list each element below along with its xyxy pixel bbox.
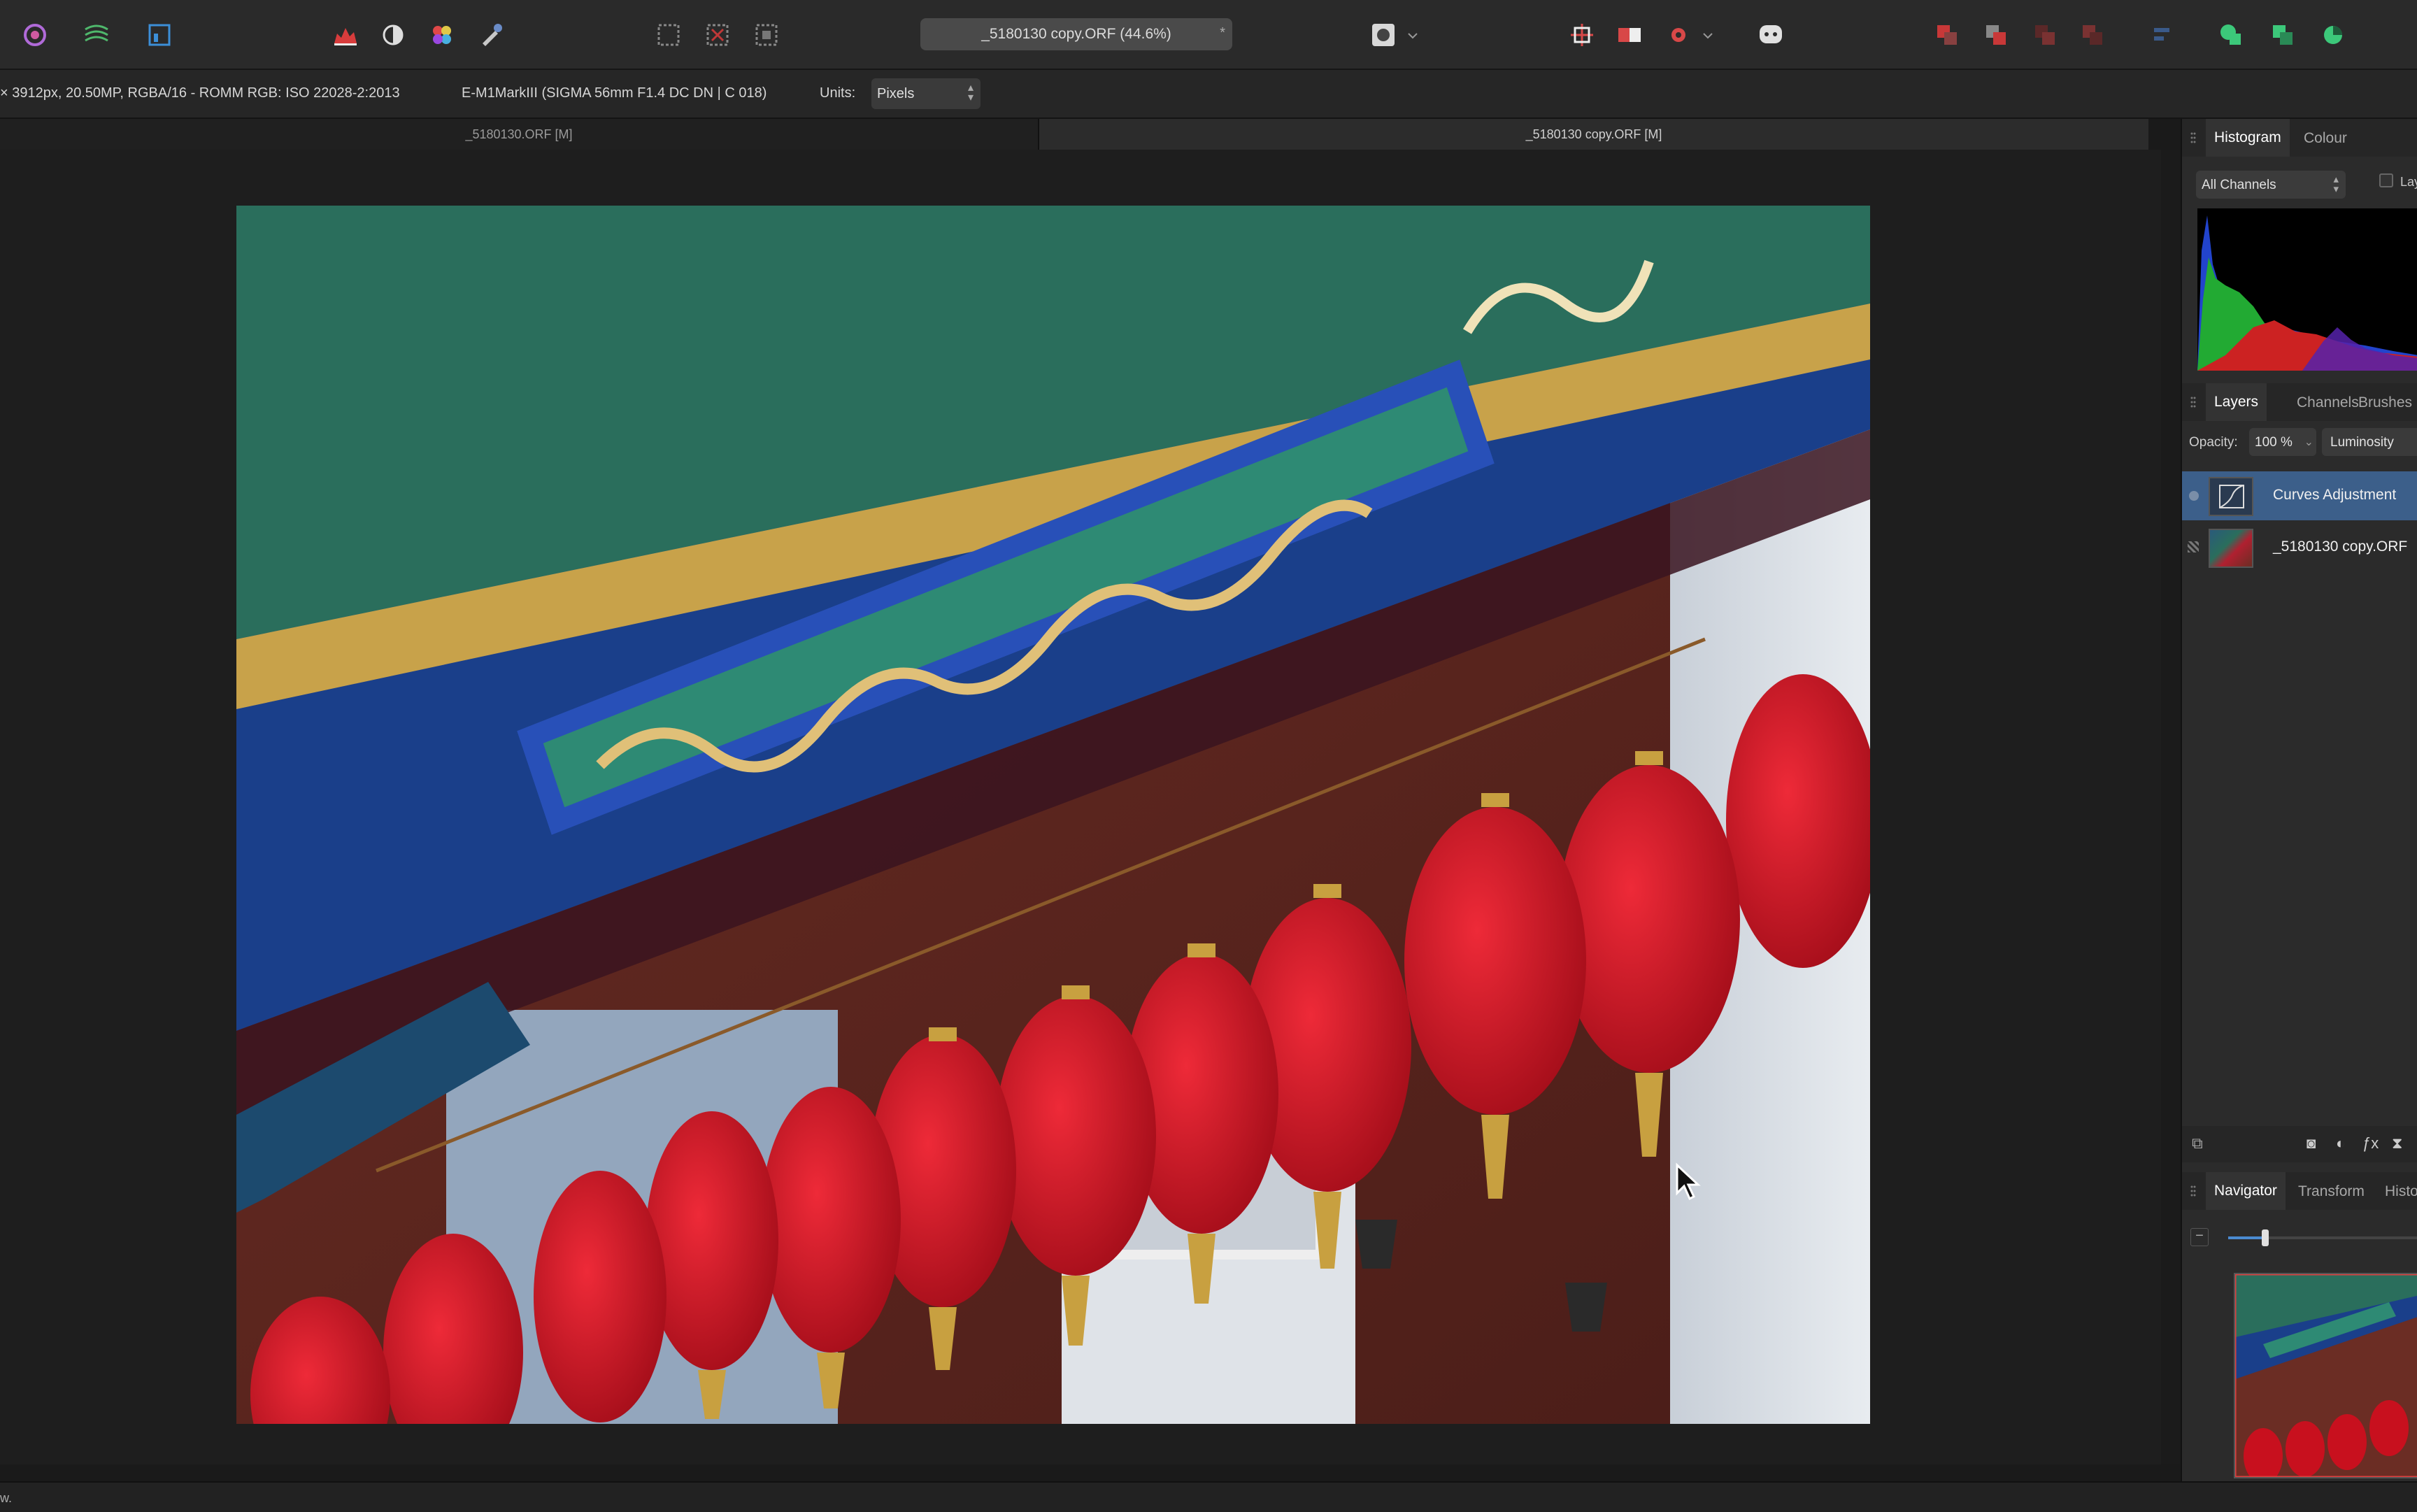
blend-mode-value: Luminosity (2330, 435, 2394, 450)
blend-mode-select[interactable]: Luminosity (2322, 428, 2417, 456)
opacity-label: Opacity: (2189, 435, 2238, 450)
units-value: Pixels (877, 86, 915, 101)
photo-content (236, 206, 1870, 1424)
layer-visibility-icon[interactable] (2189, 491, 2199, 501)
fx-icon[interactable]: ƒx (2362, 1134, 2379, 1153)
stepper-arrows-icon: ▴ ▾ (2333, 173, 2339, 195)
tab-transform[interactable]: Transform (2298, 1183, 2365, 1200)
tab-brushes[interactable]: Brushes (2358, 394, 2412, 411)
snapping-icon[interactable] (1564, 17, 1600, 53)
studio-panel: Histogram Colour All Channels ▴▾ Lay Lay… (2181, 119, 2417, 1481)
layer-row-selected[interactable]: Curves Adjustment (2182, 471, 2417, 520)
curves-icon (2209, 477, 2253, 516)
document-tab-label: _5180130.ORF [M] (465, 127, 573, 141)
boolean-intersect-icon[interactable] (2315, 17, 2351, 53)
persona-photo-icon[interactable] (17, 17, 53, 53)
layers-panel-tabs: Layers Channels Brushes (2182, 383, 2417, 421)
marquee-subtract-icon[interactable] (699, 17, 736, 53)
modified-marker: * (1220, 25, 1225, 41)
navigator-preview[interactable] (2234, 1273, 2417, 1478)
boolean-subtract-icon[interactable] (2265, 17, 2301, 53)
marquee-intersect-icon[interactable] (748, 17, 785, 53)
document-title: _5180130 copy.ORF (44.6%) (981, 26, 1171, 42)
layers-footer: ⧉ ◙ ◐ ƒx ⧗ (2182, 1126, 2417, 1162)
assistant-dropdown-icon[interactable] (1698, 17, 1718, 53)
quickmask-dropdown-icon[interactable] (1403, 17, 1423, 53)
layer-name: Curves Adjustment (2273, 487, 2397, 503)
layer-visibility-icon[interactable] (2188, 541, 2199, 552)
layer-row[interactable]: _5180130 copy.ORF (2182, 523, 2417, 572)
quickmask-icon[interactable] (1365, 17, 1402, 53)
tab-histogram[interactable]: Histogram (2206, 119, 2290, 157)
chevron-down-icon: ⌄ (2304, 436, 2313, 448)
navigator-panel-tabs: Navigator Transform Histo (2182, 1172, 2417, 1210)
persona-liquify-icon[interactable] (78, 17, 115, 53)
arrange-back-icon[interactable] (1929, 17, 1965, 53)
document-photo[interactable] (236, 206, 1870, 1424)
document-info-text: × 3912px, 20.50MP, RGBA/16 - ROMM RGB: I… (0, 85, 400, 101)
zoom-slider-thumb[interactable] (2262, 1229, 2269, 1246)
channels-select[interactable]: All Channels ▴ ▾ (2196, 171, 2346, 199)
horizontal-scrollbar[interactable] (0, 1464, 2161, 1474)
status-bar: w. (0, 1481, 2417, 1512)
document-tab-label: _5180130 copy.ORF [M] (1525, 127, 1662, 141)
opacity-value: 100 % (2255, 435, 2293, 450)
adjustment-layer-icon[interactable]: ◐ (2336, 1134, 2345, 1153)
histogram-graph (2197, 208, 2417, 371)
tab-layers[interactable]: Layers (2206, 383, 2267, 421)
context-toolbar: × 3912px, 20.50MP, RGBA/16 - ROMM RGB: I… (0, 70, 2417, 119)
arrange-front-icon[interactable] (1978, 17, 2014, 53)
document-tabs: _5180130.ORF [M] _5180130 copy.ORF [M] (0, 119, 2148, 150)
persona-develop-icon[interactable] (141, 17, 178, 53)
vertical-scrollbar[interactable] (2161, 150, 2179, 1464)
zoom-out-icon[interactable]: − (2190, 1228, 2209, 1246)
mouse-pointer-icon (1676, 1162, 1701, 1201)
marquee-rect-icon[interactable] (650, 17, 687, 53)
layer-name: _5180130 copy.ORF (2273, 539, 2408, 555)
layer-histogram-label: Lay (2400, 175, 2417, 189)
units-select[interactable]: Pixels ▴ ▾ (871, 78, 981, 109)
tab-channels[interactable]: Channels (2297, 394, 2359, 411)
chat-assistant-icon[interactable] (1753, 17, 1789, 53)
tab-navigator[interactable]: Navigator (2206, 1172, 2286, 1210)
layer-histogram-checkbox[interactable] (2379, 173, 2393, 187)
histogram-tool-icon[interactable] (327, 17, 364, 53)
adjustment-icon[interactable] (375, 17, 411, 53)
stepper-arrows-icon: ▴ ▾ (967, 82, 974, 104)
duplicate-layer-icon[interactable]: ⧉ (2192, 1134, 2203, 1153)
camera-info-text: E-M1MarkIII (SIGMA 56mm F1.4 DC DN | C 0… (462, 85, 767, 101)
mask-layer-icon[interactable]: ◙ (2307, 1134, 2316, 1153)
document-tab-active[interactable]: _5180130 copy.ORF [M] (1039, 119, 2148, 150)
status-text: w. (0, 1491, 13, 1505)
brush-icon[interactable] (473, 17, 509, 53)
channels-value: All Channels (2202, 178, 2276, 192)
grip-icon[interactable] (2190, 131, 2196, 144)
boolean-add-icon[interactable] (2213, 17, 2249, 53)
zoom-slider-fill (2228, 1236, 2266, 1239)
assistant-icon[interactable] (1660, 17, 1697, 53)
live-filter-icon[interactable]: ⧗ (2392, 1134, 2402, 1153)
canvas-area[interactable] (0, 150, 2161, 1464)
tab-history[interactable]: Histo (2385, 1183, 2417, 1200)
document-title-button[interactable]: _5180130 copy.ORF (44.6%) * (920, 18, 1232, 50)
histogram-panel-tabs: Histogram Colour (2182, 119, 2417, 157)
arrange-backward-icon[interactable] (2074, 17, 2111, 53)
align-icon[interactable] (2144, 17, 2181, 53)
colour-wheel-icon[interactable] (424, 17, 460, 53)
zoom-slider[interactable] (2228, 1229, 2417, 1246)
order-icon[interactable] (1611, 17, 1648, 53)
tab-colour[interactable]: Colour (2304, 130, 2347, 147)
grip-icon[interactable] (2190, 396, 2196, 408)
document-tab[interactable]: _5180130.ORF [M] (0, 119, 1039, 150)
opacity-field[interactable]: 100 % ⌄ (2249, 428, 2316, 456)
units-label: Units: (820, 85, 856, 101)
grip-icon[interactable] (2190, 1185, 2196, 1197)
photo-thumbnail (2209, 529, 2253, 568)
arrange-forward-icon[interactable] (2027, 17, 2063, 53)
main-toolbar: _5180130 copy.ORF (44.6%) * (0, 0, 2417, 70)
